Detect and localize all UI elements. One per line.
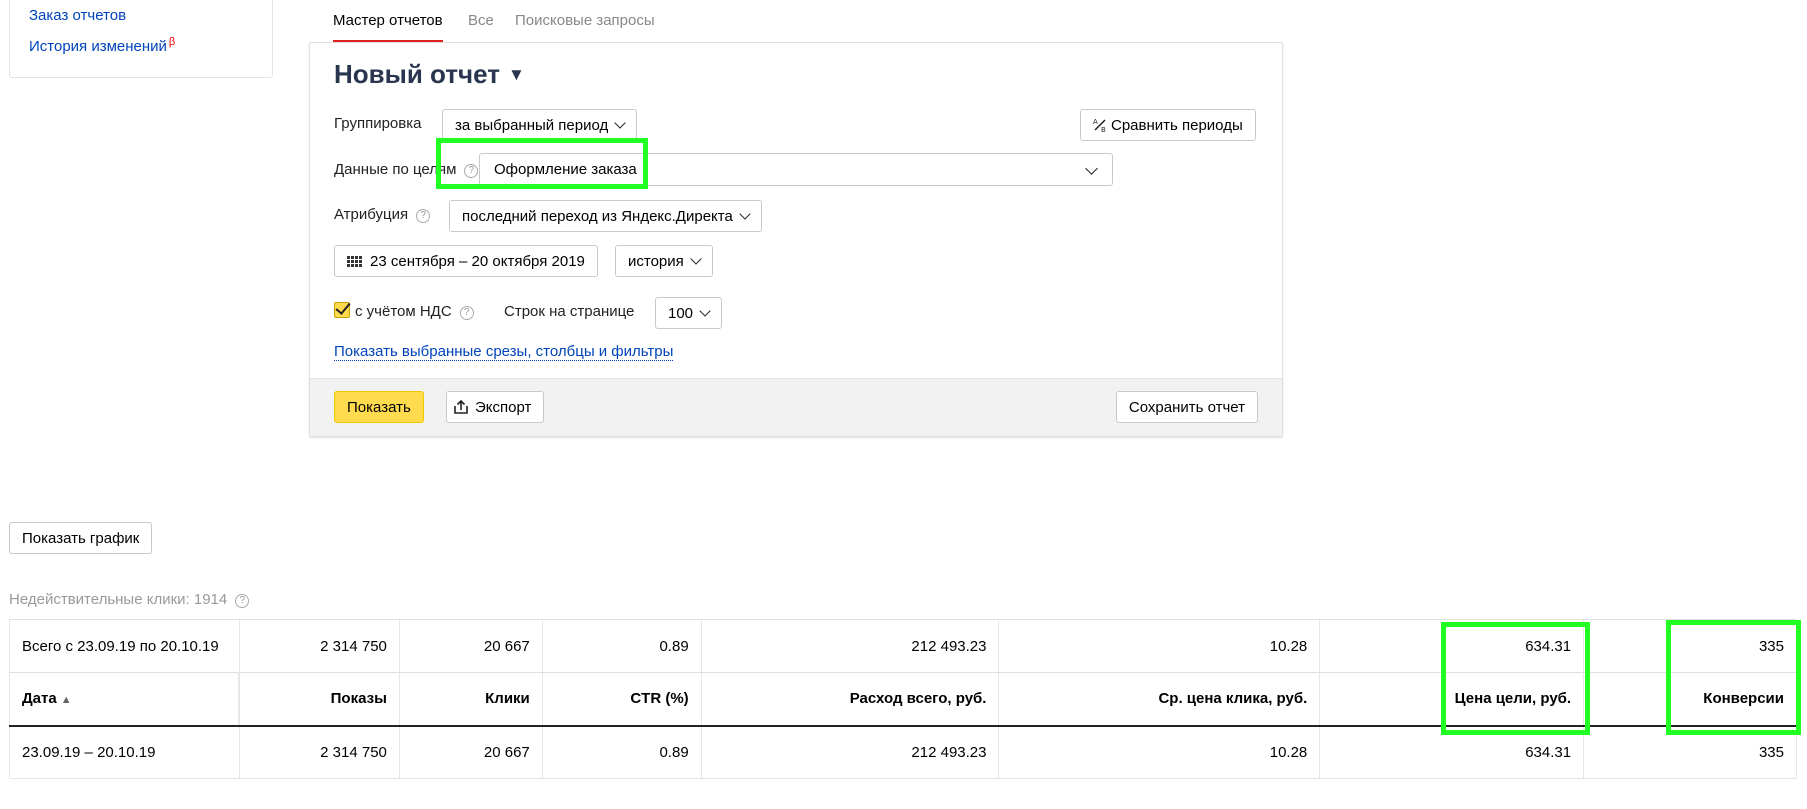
row-cell-ctr: 0.89 — [541, 725, 702, 779]
attribution-select[interactable]: последний переход из Яндекс.Директа — [449, 200, 762, 232]
export-button-label: Экспорт — [475, 398, 532, 416]
invalid-clicks-wrap: Недействительные клики: 1914? — [9, 591, 250, 608]
total-cell-avg-cpc: 10.28 — [998, 619, 1320, 673]
history-label: история — [628, 252, 684, 270]
header-impressions[interactable]: Показы — [238, 672, 400, 727]
help-icon[interactable]: ? — [235, 594, 250, 608]
tab-report-wizard[interactable]: Мастер отчетов — [333, 12, 443, 42]
header-avg-cpc[interactable]: Ср. цена клика, руб. — [998, 672, 1320, 727]
attribution-value: последний переход из Яндекс.Директа — [462, 207, 733, 225]
rows-per-page-select[interactable]: 100 — [655, 297, 723, 329]
stats-table: Всего с 23.09.19 по 20.10.19 2 314 750 2… — [9, 619, 1797, 779]
grouping-select[interactable]: за выбранный период — [442, 109, 638, 141]
save-report-label: Сохранить отчет — [1128, 398, 1245, 416]
chevron-down-icon — [739, 207, 751, 220]
header-clicks[interactable]: Клики — [398, 672, 543, 727]
attribution-label-wrap: Атрибуция? — [334, 206, 431, 223]
row-cell-goal-cost: 634.31 — [1319, 725, 1584, 779]
help-icon[interactable]: ? — [464, 164, 479, 178]
show-filters-link[interactable]: Показать выбранные срезы, столбцы и филь… — [334, 343, 674, 361]
compare-icon: A B — [1093, 118, 1106, 132]
total-cell-clicks: 20 667 — [398, 619, 543, 673]
compare-periods-button[interactable]: A B Сравнить периоды — [1080, 109, 1256, 141]
export-icon — [454, 399, 468, 414]
tab-all[interactable]: Все — [468, 12, 494, 29]
show-chart-button[interactable]: Показать график — [9, 522, 153, 554]
header-ctr[interactable]: CTR (%) — [541, 672, 702, 727]
vat-label[interactable]: с учётом НДС — [355, 303, 452, 320]
header-spend[interactable]: Расход всего, руб. — [700, 672, 999, 727]
show-chart-label: Показать график — [22, 529, 140, 547]
rows-per-page-label: Строк на странице — [504, 303, 635, 320]
date-range-value: 23 сентября – 20 октября 2019 — [370, 252, 585, 270]
total-cell-label: Всего с 23.09.19 по 20.10.19 — [9, 619, 240, 673]
total-row: Всего с 23.09.19 по 20.10.19 2 314 750 2… — [9, 619, 1797, 673]
svg-text:B: B — [1101, 126, 1106, 132]
goals-label-wrap: Данные по целям? — [334, 161, 479, 178]
show-button[interactable]: Показать — [334, 391, 424, 423]
header-date-label: Дата — [22, 690, 57, 708]
export-button[interactable]: Экспорт — [446, 391, 545, 423]
chevron-down-icon — [1085, 162, 1098, 175]
history-select[interactable]: история — [615, 245, 713, 277]
left-nav-box: Заказ отчетов История изменений β — [9, 0, 273, 78]
total-cell-conversions: 335 — [1583, 619, 1797, 673]
beta-badge: β — [168, 36, 176, 48]
compare-periods-label: Сравнить периоды — [1111, 116, 1243, 134]
report-settings-panel: Новый отчет ▼ Группировка за выбранный пе… — [309, 42, 1283, 437]
row-cell-date: 23.09.19 – 20.10.19 — [9, 725, 240, 779]
grouping-label: Группировка — [334, 115, 422, 132]
goals-label: Данные по целям — [334, 161, 457, 178]
chevron-down-icon — [699, 304, 711, 317]
vat-checkbox[interactable] — [334, 302, 350, 318]
help-icon[interactable]: ? — [459, 306, 474, 320]
calendar-icon — [347, 255, 362, 267]
help-icon[interactable]: ? — [416, 209, 431, 223]
table-header-row: Дата ▲ Показы Клики CTR (%) Расход всего,… — [9, 672, 1797, 727]
date-range-picker[interactable]: 23 сентября – 20 октября 2019 — [334, 245, 598, 277]
report-title-text: Новый отчет — [334, 59, 500, 89]
sort-asc-icon: ▲ — [60, 694, 72, 707]
total-cell-goal-cost: 634.31 — [1319, 619, 1584, 673]
total-cell-spend: 212 493.23 — [700, 619, 999, 673]
show-button-label: Показать — [347, 398, 411, 416]
table-row: 23.09.19 – 20.10.19 2 314 750 20 667 0.8… — [9, 725, 1797, 779]
chevron-down-icon — [690, 252, 702, 265]
header-goal-cost[interactable]: Цена цели, руб. — [1319, 672, 1584, 727]
total-cell-ctr: 0.89 — [541, 619, 702, 673]
grouping-value: за выбранный период — [455, 116, 609, 134]
row-cell-spend: 212 493.23 — [700, 725, 999, 779]
caret-down-icon: ▼ — [507, 65, 525, 84]
save-report-button[interactable]: Сохранить отчет — [1115, 391, 1258, 423]
header-conversions[interactable]: Конверсии — [1583, 672, 1797, 727]
rows-per-page-value: 100 — [668, 304, 694, 322]
attribution-label: Атрибуция — [334, 206, 409, 223]
header-date[interactable]: Дата ▲ — [9, 672, 241, 727]
row-cell-conversions: 335 — [1583, 725, 1797, 779]
report-title[interactable]: Новый отчет ▼ — [334, 59, 525, 90]
goals-select[interactable]: Оформление заказа — [479, 153, 1113, 186]
row-cell-clicks: 20 667 — [398, 725, 543, 779]
change-history-item[interactable]: История изменений β — [29, 36, 175, 55]
vat-label-wrap: с учётом НДС? — [355, 303, 474, 320]
row-cell-impressions: 2 314 750 — [238, 725, 400, 779]
svg-text:A: A — [1093, 118, 1098, 126]
total-cell-impressions: 2 314 750 — [238, 619, 400, 673]
goals-value: Оформление заказа — [494, 161, 637, 178]
panel-footer: Показать Экспорт Сохранить отчет — [310, 378, 1282, 436]
chevron-down-icon — [614, 116, 626, 129]
order-reports-link[interactable]: Заказ отчетов — [29, 7, 126, 24]
row-cell-avg-cpc: 10.28 — [998, 725, 1320, 779]
change-history-link[interactable]: История изменений — [29, 38, 167, 55]
tab-search-queries[interactable]: Поисковые запросы — [515, 12, 655, 29]
invalid-clicks-text: Недействительные клики: 1914 — [9, 591, 228, 608]
